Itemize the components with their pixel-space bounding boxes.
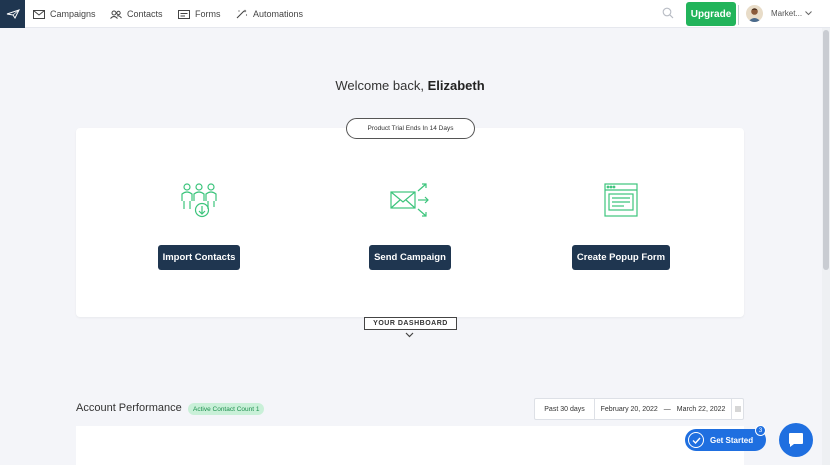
quick-actions-card <box>76 128 744 317</box>
date-end: March 22, 2022 <box>676 405 726 413</box>
account-performance-title: Account Performance <box>76 402 182 414</box>
welcome-prefix: Welcome back, <box>335 78 428 93</box>
checkmark-circle-icon <box>688 432 704 448</box>
chat-bubble-icon <box>789 433 803 447</box>
import-contacts-icon <box>181 183 217 218</box>
nav-campaigns[interactable]: Campaigns <box>33 0 96 28</box>
date-separator: — <box>663 405 671 413</box>
chevron-down-icon <box>805 10 812 15</box>
nav-campaigns-label: Campaigns <box>50 9 96 19</box>
popup-form-icon <box>604 183 638 217</box>
search-icon[interactable] <box>662 7 674 19</box>
get-started-button[interactable]: Get Started <box>685 429 766 451</box>
people-icon <box>110 10 122 19</box>
upgrade-button[interactable]: Upgrade <box>686 2 736 26</box>
create-popup-form-button[interactable]: Create Popup Form <box>572 245 670 270</box>
account-name: Market... <box>771 8 803 18</box>
import-contacts-button[interactable]: Import Contacts <box>158 245 240 270</box>
nav-contacts-label: Contacts <box>127 9 163 19</box>
period-select[interactable]: Past 30 days <box>535 399 595 419</box>
range-options-button[interactable] <box>731 399 744 419</box>
nav-automations[interactable]: Automations <box>236 0 303 28</box>
user-avatar-icon <box>748 8 761 22</box>
scrollbar-thumb[interactable] <box>823 30 829 270</box>
get-started-count-badge: 3 <box>755 425 766 436</box>
magic-wand-icon <box>236 9 248 19</box>
paper-plane-icon <box>6 9 20 19</box>
trial-status-pill[interactable]: Product Trial Ends In 14 Days <box>346 118 475 139</box>
welcome-heading: Welcome back, Elizabeth <box>0 78 820 93</box>
form-icon <box>178 9 190 19</box>
date-start: February 20, 2022 <box>600 405 658 413</box>
menu-icon <box>735 406 741 412</box>
date-range-picker[interactable]: February 20, 2022 — March 22, 2022 <box>595 399 731 419</box>
nav-automations-label: Automations <box>253 9 304 19</box>
nav-forms-label: Forms <box>195 9 221 19</box>
get-started-label: Get Started <box>710 435 754 445</box>
send-campaign-icon <box>390 183 429 217</box>
send-campaign-button[interactable]: Send Campaign <box>369 245 451 270</box>
app-logo[interactable] <box>0 0 25 28</box>
nav-contacts[interactable]: Contacts <box>110 0 163 28</box>
envelope-icon <box>33 9 45 19</box>
date-range-selector: Past 30 days February 20, 2022 — March 2… <box>534 398 744 420</box>
your-dashboard-tab[interactable]: YOUR DASHBOARD <box>364 317 457 330</box>
account-divider <box>738 5 739 25</box>
avatar[interactable] <box>746 5 763 22</box>
active-contact-count-badge: Active Contact Count 1 <box>188 403 265 415</box>
nav-forms[interactable]: Forms <box>178 0 221 28</box>
account-menu[interactable]: Market... <box>771 0 812 26</box>
page-scrollbar[interactable] <box>822 28 830 465</box>
chat-button[interactable] <box>779 423 813 457</box>
top-navigation-bar: Campaigns Contacts Forms Automations Upg… <box>0 0 830 28</box>
welcome-user-name: Elizabeth <box>427 78 485 93</box>
chevron-down-icon[interactable] <box>405 332 414 338</box>
account-performance-panel <box>76 426 744 465</box>
